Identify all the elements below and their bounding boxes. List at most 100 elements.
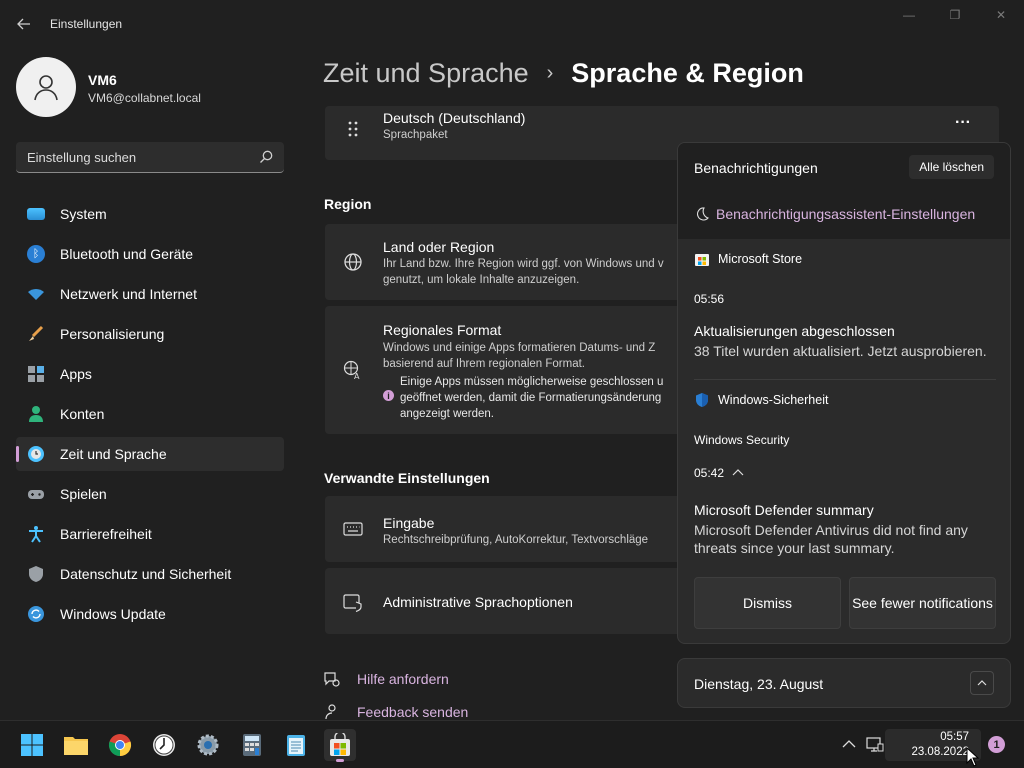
region-heading: Region [324,196,372,212]
taskbar-file-explorer[interactable] [60,729,92,761]
sidebar-item-label: Barrierefreiheit [60,526,152,542]
store-notification-headline[interactable]: Aktualisierungen abgeschlossen [694,323,895,339]
store-source-label: Microsoft Store [718,252,803,266]
security-notification-body[interactable]: Microsoft Defender Antivirus did not fin… [694,521,994,557]
chevron-up-icon[interactable] [840,735,858,753]
sidebar-item-time-language[interactable]: Zeit und Sprache [16,437,284,471]
store-notification-source: Microsoft Store [694,251,802,267]
notification-center: Benachrichtigungen Alle löschen Benachri… [677,142,1011,644]
sidebar-item-personalization[interactable]: Personalisierung [16,317,284,351]
sidebar-item-label: Netzwerk und Internet [60,286,197,302]
sidebar-item-network[interactable]: Netzwerk und Internet [16,277,284,311]
format-desc-1: Windows und einige Apps formatieren Datu… [383,342,656,354]
drag-handle-icon[interactable] [343,119,363,139]
security-notification-time: 05:42 [694,466,725,480]
format-title: Regionales Format [383,322,502,338]
microsoft-store-icon [695,254,709,266]
mouse-cursor-icon [966,747,980,767]
input-subtitle: Rechtschreibprüfung, AutoKorrektur, Text… [383,534,649,546]
microsoft-store-icon [330,733,350,756]
brush-icon [27,325,45,343]
sidebar-item-privacy[interactable]: Datenschutz und Sicherheit [16,557,284,591]
chevron-right-icon: › [546,62,554,84]
more-options-icon[interactable]: ··· [955,114,971,132]
clock-icon [153,734,175,756]
taskbar-settings[interactable] [192,729,224,761]
chevron-up-icon[interactable] [732,467,744,479]
sidebar-item-accessibility[interactable]: Barrierefreiheit [16,517,284,551]
taskbar-microsoft-store[interactable] [324,729,356,762]
restore-button[interactable]: ❐ [943,8,967,26]
sidebar-item-label: Apps [60,366,92,382]
sidebar-item-system[interactable]: System [16,197,284,231]
admin-shield-icon [343,594,362,612]
person-icon [34,75,58,101]
notification-count-badge[interactable]: 1 [988,736,1005,753]
format-warning-1: Einige Apps müssen möglicherweise geschl… [400,376,664,388]
sidebar-item-label: System [60,206,107,222]
globe-icon [344,253,362,271]
help-link-label: Hilfe anfordern [357,671,449,687]
breadcrumb: Zeit und Sprache › Sprache & Region [323,58,804,89]
security-notification-source: Windows-Sicherheit [694,392,828,408]
expand-calendar-button[interactable] [970,671,994,695]
person-icon [27,405,45,423]
sidebar-item-apps[interactable]: Apps [16,357,284,391]
sidebar-item-bluetooth[interactable]: ᛒ Bluetooth und Geräte [16,237,284,271]
back-arrow-icon[interactable] [14,14,34,34]
taskbar-date: 23.08.2022 [911,746,969,758]
language-subtitle: Sprachpaket [383,129,448,141]
accessibility-icon [27,525,45,543]
sidebar-item-gaming[interactable]: Spielen [16,477,284,511]
network-icon[interactable] [866,735,884,753]
chevron-up-icon [977,680,987,686]
taskbar-notepad[interactable] [280,729,312,761]
close-button[interactable]: ✕ [989,8,1013,26]
calendar-date: Dienstag, 23. August [694,676,824,692]
taskbar-time: 05:57 [940,731,969,743]
format-warning-2: geöffnet werden, damit die Formatierungs… [400,392,662,404]
focus-assist-settings-link[interactable]: Benachrichtigungsassistent-Einstellungen [694,206,975,222]
feedback-link[interactable]: Feedback senden [323,703,468,721]
store-notification-body[interactable]: 38 Titel wurden aktualisiert. Jetzt ausp… [694,342,994,360]
taskbar-chrome[interactable] [104,729,136,761]
info-icon: i [383,390,394,401]
help-icon [324,672,340,687]
calculator-icon [243,734,261,756]
start-button[interactable] [16,729,48,761]
see-fewer-button[interactable]: See fewer notifications [849,577,996,629]
country-title: Land oder Region [383,239,495,255]
dismiss-button[interactable]: Dismiss [694,577,841,629]
feedback-icon [325,704,336,720]
wifi-icon [27,285,45,303]
keyboard-icon [343,522,363,536]
breadcrumb-parent[interactable]: Zeit und Sprache [323,58,529,89]
moon-icon [697,207,709,221]
user-name: VM6 [88,72,117,88]
minimize-button[interactable]: — [897,8,921,26]
security-notification-headline[interactable]: Microsoft Defender summary [694,502,874,518]
windows-logo-icon [21,734,43,756]
sidebar-item-accounts[interactable]: Konten [16,397,284,431]
sidebar-item-label: Datenschutz und Sicherheit [60,566,232,582]
folder-icon [64,737,88,755]
notification-header: Benachrichtigungen Alle löschen Benachri… [678,143,1010,239]
sidebar-item-label: Zeit und Sprache [60,446,167,462]
sidebar-item-label: Spielen [60,486,107,502]
windows-security-shield-icon [696,393,708,407]
store-notification-time: 05:56 [694,292,725,306]
security-notification-time-row[interactable]: 05:42 [694,466,744,480]
clear-all-button[interactable]: Alle löschen [909,155,994,179]
sidebar-item-windows-update[interactable]: Windows Update [16,597,284,631]
sidebar-item-label: Bluetooth und Geräte [60,246,194,262]
related-settings-heading: Verwandte Einstellungen [324,470,490,486]
taskbar-calculator[interactable] [236,729,268,761]
page-title: Sprache & Region [571,58,804,88]
taskbar-clock-app[interactable] [148,729,180,761]
shield-icon [27,565,45,583]
help-link[interactable]: Hilfe anfordern [323,670,449,688]
search-input[interactable]: Einstellung suchen [16,142,284,173]
avatar[interactable] [16,57,76,117]
bluetooth-icon: ᛒ [27,245,45,263]
sidebar-item-label: Personalisierung [60,326,165,342]
